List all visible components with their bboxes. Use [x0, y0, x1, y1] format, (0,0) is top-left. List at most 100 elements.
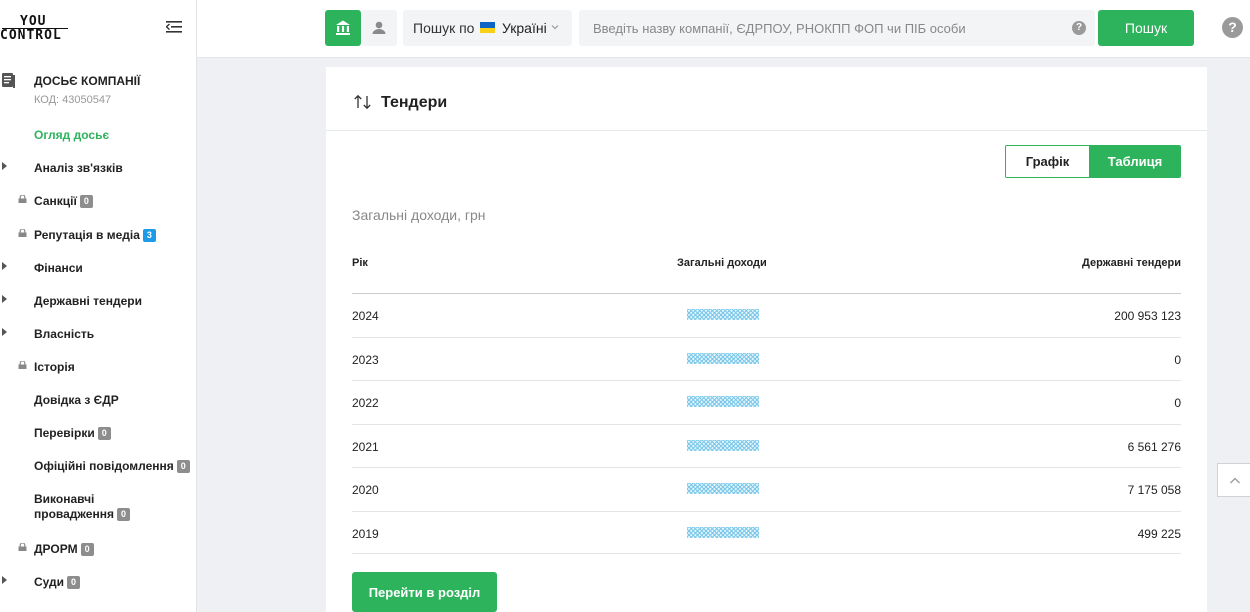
cell-year: 2020 — [352, 483, 379, 497]
sidebar-item-overview[interactable]: Огляд досьє — [34, 128, 109, 143]
toggle-table[interactable]: Таблиця — [1089, 146, 1180, 177]
sidebar-item-courts[interactable]: Суди 0 — [34, 575, 81, 590]
top-bar: Пошук по Україні ? Пошук ? — [197, 0, 1250, 58]
table-row: 2019 499 225 — [352, 511, 1181, 554]
company-code: КОД: 43050547 — [34, 94, 112, 106]
search-input[interactable] — [579, 10, 1064, 46]
count-badge: 0 — [79, 195, 93, 209]
logo-text-bottom: CONTROL — [0, 28, 62, 43]
lock-icon — [18, 229, 27, 237]
hidden-value-placeholder — [687, 440, 759, 451]
sidebar-item-history[interactable]: Історія — [34, 360, 75, 375]
youcontrol-logo[interactable]: YOU CONTROL — [0, 14, 80, 44]
sidebar-item-finances[interactable]: Фінанси — [34, 261, 83, 276]
company-search-toggle[interactable] — [325, 10, 361, 46]
logo-text-top: YOU — [20, 14, 47, 29]
person-search-toggle[interactable] — [361, 10, 397, 46]
table-row: 2022 0 — [352, 380, 1181, 423]
sidebar-item-label: Аналіз зв'язків — [34, 161, 123, 175]
sidebar-item-inspections[interactable]: Перевірки 0 — [34, 426, 111, 441]
person-icon — [372, 21, 386, 34]
caret-right-icon[interactable] — [2, 262, 7, 270]
sidebar-item-ownership[interactable]: Власність — [34, 327, 94, 342]
table-row: 2021 6 561 276 — [352, 424, 1181, 467]
selected-country: Україні — [502, 20, 547, 36]
sidebar-item-drorm[interactable]: ДРОРМ 0 — [34, 542, 94, 557]
caret-right-icon[interactable] — [2, 162, 7, 170]
ukraine-flag-icon — [480, 22, 495, 33]
sidebar-item-label: Фінанси — [34, 261, 83, 275]
go-to-section-button[interactable]: Перейти в розділ — [352, 572, 497, 612]
count-badge: 0 — [80, 543, 94, 557]
sidebar-item-connections[interactable]: Аналіз зв'язків — [34, 161, 123, 176]
caret-right-icon[interactable] — [2, 328, 7, 336]
cell-state-tenders: 0 — [1174, 353, 1181, 367]
scroll-to-top-button[interactable] — [1217, 463, 1250, 497]
cell-state-tenders: 6 561 276 — [1127, 440, 1181, 454]
search-button[interactable]: Пошук — [1098, 10, 1194, 46]
hidden-value-placeholder — [687, 396, 759, 407]
cell-year: 2023 — [352, 353, 379, 367]
search-help-icon[interactable]: ? — [1072, 21, 1086, 35]
caret-right-icon[interactable] — [2, 295, 7, 303]
sidebar-item-label: провадження — [34, 507, 114, 521]
table-subtitle: Загальні доходи, грн — [352, 207, 486, 223]
cell-year: 2021 — [352, 440, 379, 454]
column-header-year: Рік — [352, 257, 368, 269]
count-badge: 0 — [67, 576, 81, 590]
toggle-graph[interactable]: Графік — [1006, 146, 1089, 177]
caret-right-icon[interactable] — [2, 576, 7, 584]
cell-year: 2019 — [352, 527, 379, 541]
cell-year: 2022 — [352, 396, 379, 410]
card-header: Тендери — [326, 67, 1207, 131]
sidebar-item-label: Державні тендери — [34, 294, 142, 308]
sidebar-item-label: Огляд досьє — [34, 128, 110, 142]
sidebar-item-label: Санкції — [34, 194, 77, 208]
hidden-value-placeholder — [687, 527, 759, 538]
hidden-value-placeholder — [687, 309, 759, 320]
table-row: 2024 200 953 123 — [352, 293, 1181, 336]
sidebar: YOU CONTROL ДОСЬЄ КОМПАНІЇ КОД: 43050547… — [0, 0, 197, 612]
sidebar-item-state-tenders[interactable]: Державні тендери — [34, 294, 142, 309]
column-header-state-tenders: Державні тендери — [1082, 257, 1181, 269]
bank-icon — [336, 20, 350, 35]
search-box: ? — [579, 10, 1095, 46]
chevron-up-icon — [1230, 477, 1240, 484]
sidebar-item-label: Виконавчі — [34, 492, 95, 506]
chevron-down-icon — [551, 25, 559, 30]
collapse-menu-icon[interactable] — [166, 20, 182, 34]
sidebar-item-sanctions[interactable]: Санкції 0 — [34, 194, 93, 209]
sidebar-item-label: Репутація в медіа — [34, 228, 140, 242]
sort-arrows-icon — [354, 94, 371, 110]
cell-state-tenders: 7 175 058 — [1127, 483, 1181, 497]
sidebar-item-media-reputation[interactable]: Репутація в медіа 3 — [34, 228, 156, 243]
cell-year: 2024 — [352, 309, 379, 323]
sidebar-item-label: Офіційні повідомлення — [34, 459, 174, 473]
help-icon[interactable]: ? — [1222, 17, 1243, 38]
cell-state-tenders: 499 225 — [1137, 527, 1181, 541]
cell-state-tenders: 200 953 123 — [1114, 309, 1181, 323]
column-header-total-income: Загальні доходи — [677, 257, 767, 269]
count-badge: 0 — [116, 508, 130, 522]
country-select[interactable]: Пошук по Україні — [403, 10, 572, 46]
sidebar-item-official-notices[interactable]: Офіційні повідомлення 0 — [34, 459, 190, 474]
section-title: Тендери — [381, 94, 448, 111]
sidebar-item-label: Перевірки — [34, 426, 95, 440]
dossier-icon — [2, 73, 15, 88]
tenders-card: Тендери Графік Таблиця Загальні доходи, … — [326, 67, 1207, 612]
sidebar-item-enforcement[interactable]: Виконавчі провадження 0 — [34, 492, 130, 522]
hidden-value-placeholder — [687, 353, 759, 364]
sidebar-item-label: Суди — [34, 575, 65, 589]
lock-icon — [18, 195, 27, 203]
sidebar-item-edr-reference[interactable]: Довідка з ЄДР — [34, 393, 119, 408]
count-badge: 0 — [97, 427, 111, 441]
sidebar-item-label: ДРОРМ — [34, 542, 78, 556]
lock-icon — [18, 543, 27, 551]
search-by-label: Пошук по — [413, 20, 475, 36]
view-toggle: Графік Таблиця — [1005, 145, 1181, 178]
dossier-title: ДОСЬЄ КОМПАНІЇ — [34, 74, 141, 88]
sidebar-item-label: Історія — [34, 360, 75, 374]
hidden-value-placeholder — [687, 483, 759, 494]
count-badge: 3 — [142, 229, 156, 243]
table-row: 2020 7 175 058 — [352, 467, 1181, 510]
